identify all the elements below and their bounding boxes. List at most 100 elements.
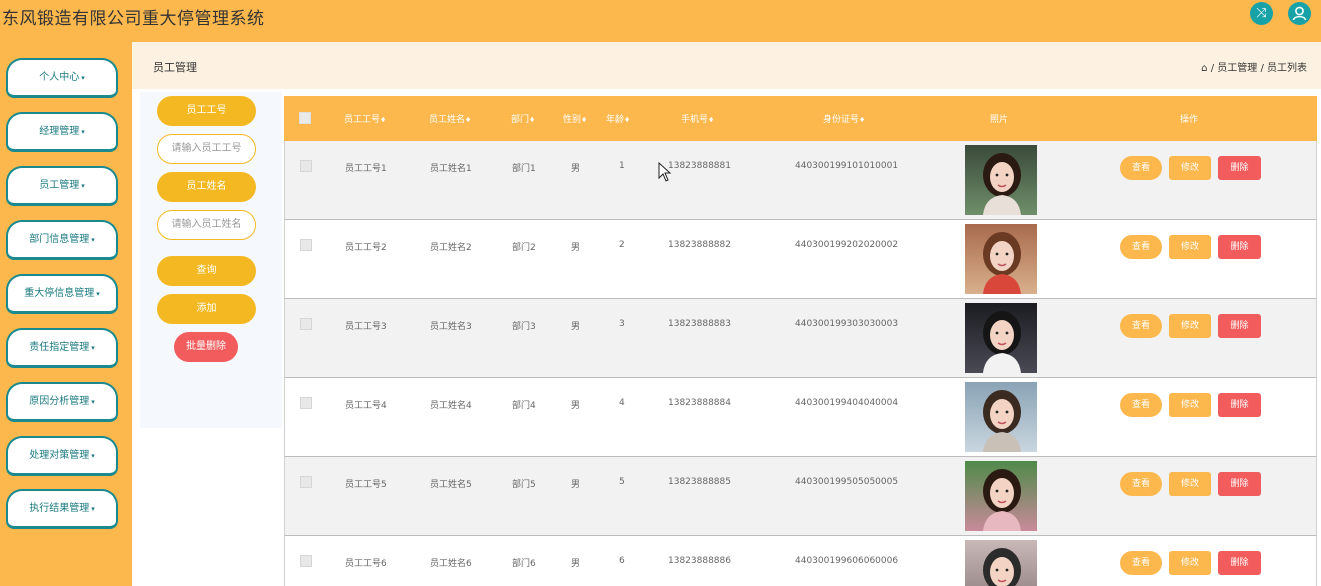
delete-button[interactable]: 删除 [1218, 314, 1261, 338]
employee-name-input[interactable]: 请输入员工姓名 [157, 210, 256, 240]
user-icon[interactable] [1288, 2, 1311, 25]
sort-icon[interactable]: ♦ [529, 116, 535, 124]
delete-button[interactable]: 删除 [1218, 156, 1261, 180]
row-checkbox[interactable] [300, 555, 312, 567]
sidebar-item-9[interactable]: 执行结果管理 ▾ [6, 489, 118, 529]
view-button[interactable]: 查看 [1120, 156, 1162, 180]
cell-id: 员工工号4 [345, 401, 387, 411]
row-checkbox[interactable] [300, 397, 312, 409]
column-header[interactable]: 员工姓名♦ [429, 112, 471, 125]
column-header-label: 部门 [511, 115, 530, 125]
cell-age: 1 [619, 161, 625, 171]
row-checkbox[interactable] [300, 476, 312, 488]
top-header: 东风锻造有限公司重大停管理系统 ⤨ [0, 0, 1321, 42]
sort-icon[interactable]: ♦ [465, 116, 471, 124]
cell-id: 员工工号5 [345, 480, 387, 490]
delete-button[interactable]: 删除 [1218, 235, 1261, 259]
sort-icon[interactable]: ♦ [624, 116, 630, 124]
edit-button[interactable]: 修改 [1169, 235, 1211, 259]
cell-name: 员工姓名6 [430, 559, 472, 569]
employee-id-input[interactable]: 请输入员工工号 [157, 134, 256, 164]
table-row[interactable]: 员工工号3 员工姓名3 部门3 男 3 13823888883 44030019930303… [284, 299, 1317, 378]
table-row[interactable]: 员工工号2 员工姓名2 部门2 男 2 13823888882 44030019920202… [284, 220, 1317, 299]
view-button[interactable]: 查看 [1120, 551, 1162, 575]
delete-button[interactable]: 删除 [1218, 472, 1261, 496]
column-header: 操作 [1180, 112, 1198, 125]
delete-button[interactable]: 删除 [1218, 393, 1261, 417]
sidebar-item-4[interactable]: 部门信息管理 ▾ [6, 220, 118, 260]
sidebar-item-label: 重大停信息管理 [24, 288, 95, 299]
edit-button[interactable]: 修改 [1169, 472, 1211, 496]
edit-button[interactable]: 修改 [1169, 393, 1211, 417]
breadcrumb: ⌂ / 员工管理 / 员工列表 [1201, 59, 1307, 74]
breadcrumb-path[interactable]: / 员工管理 / 员工列表 [1211, 63, 1307, 74]
query-button[interactable]: 查询 [157, 256, 256, 286]
cell-gender: 男 [571, 559, 581, 569]
cell-dept: 部门3 [512, 322, 536, 332]
sort-icon[interactable]: ♦ [708, 116, 714, 124]
cell-phone: 13823888885 [668, 477, 731, 487]
cell-idcard: 440300199101010001 [795, 161, 899, 171]
edit-button[interactable]: 修改 [1169, 551, 1211, 575]
sidebar-item-3[interactable]: 员工管理 ▾ [6, 166, 118, 206]
sidebar-item-2[interactable]: 经理管理 ▾ [6, 112, 118, 152]
column-header-label: 操作 [1180, 115, 1199, 125]
shuffle-icon[interactable]: ⤨ [1250, 2, 1273, 25]
table-row[interactable]: 员工工号6 员工姓名6 部门6 男 6 13823888886 44030019960606… [284, 536, 1317, 586]
delete-button[interactable]: 删除 [1218, 551, 1261, 575]
chevron-down-icon: ▾ [91, 398, 95, 406]
view-button[interactable]: 查看 [1120, 393, 1162, 417]
cell-age: 5 [619, 477, 625, 487]
sidebar-item-6[interactable]: 责任指定管理 ▾ [6, 328, 118, 368]
cell-name: 员工姓名4 [430, 401, 472, 411]
column-header[interactable]: 手机号♦ [681, 112, 714, 125]
add-button[interactable]: 添加 [157, 294, 256, 324]
edit-button[interactable]: 修改 [1169, 314, 1211, 338]
chevron-down-icon: ▾ [91, 236, 95, 244]
employee-photo [965, 303, 1037, 373]
column-header-label: 照片 [990, 115, 1009, 125]
chevron-down-icon: ▾ [81, 74, 85, 82]
column-header-label: 性别 [563, 115, 582, 125]
cell-dept: 部门6 [512, 559, 536, 569]
view-button[interactable]: 查看 [1120, 472, 1162, 496]
edit-button[interactable]: 修改 [1169, 156, 1211, 180]
table-row[interactable]: 员工工号5 员工姓名5 部门5 男 5 13823888885 44030019950505… [284, 457, 1317, 536]
chevron-down-icon: ▾ [91, 344, 95, 352]
sidebar-item-label: 责任指定管理 [29, 342, 90, 353]
sidebar-item-1[interactable]: 个人中心 ▾ [6, 58, 118, 98]
cell-id: 员工工号2 [345, 243, 387, 253]
row-checkbox[interactable] [300, 160, 312, 172]
row-checkbox[interactable] [300, 239, 312, 251]
view-button[interactable]: 查看 [1120, 314, 1162, 338]
column-header[interactable]: 身份证号♦ [823, 112, 865, 125]
page-title: 员工管理 [153, 61, 197, 74]
mouse-cursor-icon [658, 161, 672, 186]
view-button[interactable]: 查看 [1120, 235, 1162, 259]
column-header-label: 员工姓名 [429, 115, 466, 125]
cell-idcard: 440300199303030003 [795, 319, 899, 329]
sort-icon[interactable]: ♦ [859, 116, 865, 124]
select-all-checkbox[interactable] [299, 112, 311, 124]
column-header[interactable]: 部门♦ [511, 112, 535, 125]
column-header-label: 年龄 [606, 115, 625, 125]
sidebar-item-7[interactable]: 原因分析管理 ▾ [6, 382, 118, 422]
column-header: 照片 [990, 112, 1008, 125]
sidebar-item-8[interactable]: 处理对策管理 ▾ [6, 436, 118, 476]
cell-id: 员工工号6 [345, 559, 387, 569]
sort-icon[interactable]: ♦ [380, 116, 386, 124]
column-header[interactable]: 年龄♦ [606, 112, 630, 125]
table-row[interactable]: 员工工号4 员工姓名4 部门4 男 4 13823888884 44030019940404… [284, 378, 1317, 457]
sidebar-item-5[interactable]: 重大停信息管理 ▾ [6, 274, 118, 314]
cell-id: 员工工号1 [345, 164, 387, 174]
sidebar-item-label: 处理对策管理 [29, 450, 90, 461]
cell-name: 员工姓名1 [430, 164, 472, 174]
row-checkbox[interactable] [300, 318, 312, 330]
batch-delete-button[interactable]: 批量删除 [174, 332, 238, 362]
sort-icon[interactable]: ♦ [581, 116, 587, 124]
table-row[interactable]: 员工工号1 员工姓名1 部门1 男 1 13823888881 44030019910101… [284, 141, 1317, 220]
cell-gender: 男 [571, 164, 581, 174]
home-icon[interactable]: ⌂ [1201, 63, 1207, 74]
column-header[interactable]: 性别♦ [563, 112, 587, 125]
column-header[interactable]: 员工工号♦ [344, 112, 386, 125]
